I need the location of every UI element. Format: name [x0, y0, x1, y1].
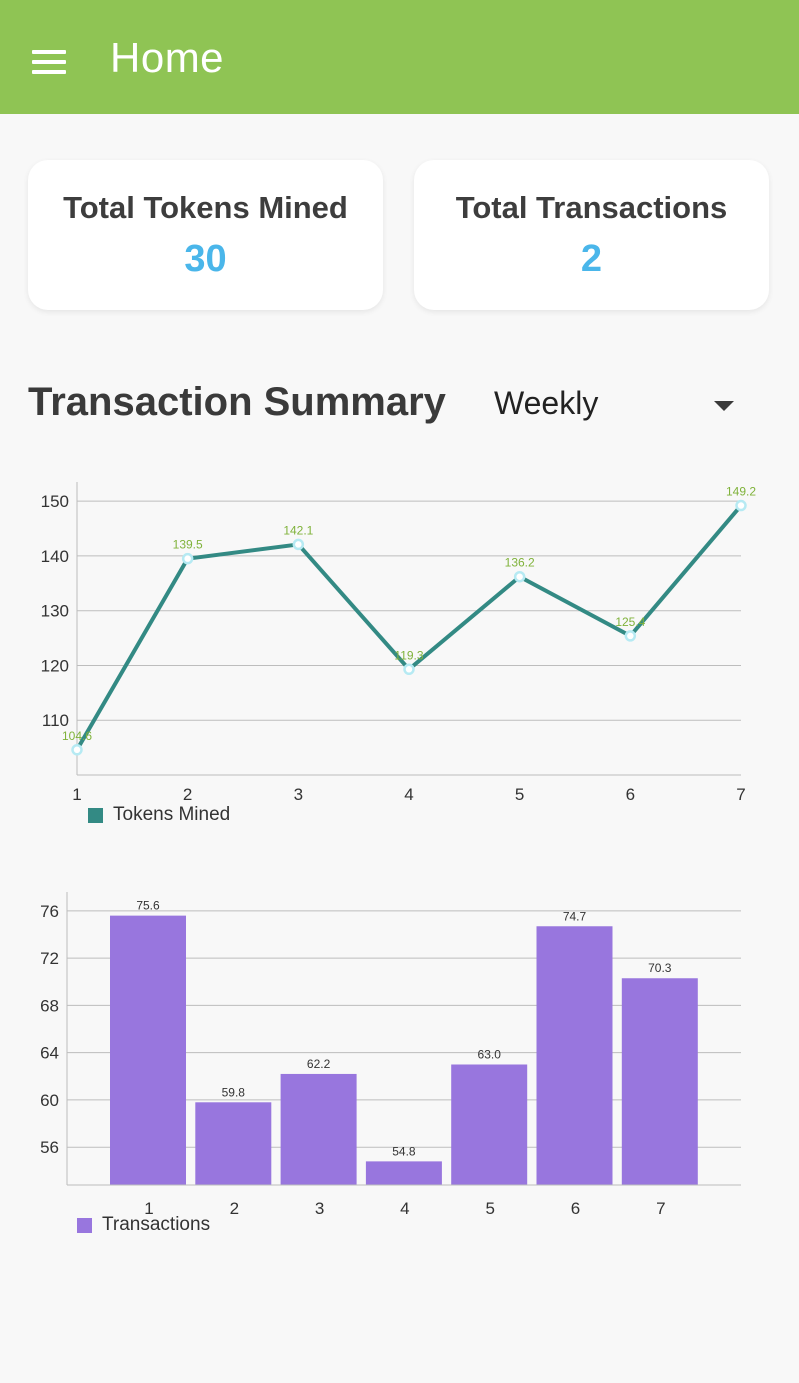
- app-bar: Home: [0, 0, 799, 114]
- bar: [110, 915, 186, 1185]
- x-tick-label: 6: [571, 1199, 580, 1215]
- transactions-value: 2: [580, 238, 603, 280]
- page-title: Home: [110, 34, 225, 81]
- y-tick-label: 64: [40, 1044, 59, 1063]
- data-label: 142.1: [283, 523, 313, 537]
- hamburger-icon: [32, 50, 66, 54]
- y-tick-label: 130: [41, 602, 69, 621]
- bar: [536, 926, 613, 1185]
- data-label: 75.6: [136, 899, 160, 913]
- legend-label: Tokens Mined: [113, 804, 231, 825]
- data-label: 62.2: [307, 1057, 331, 1071]
- section-title: Transaction Summary: [28, 380, 446, 424]
- x-tick-label: 4: [400, 1199, 409, 1215]
- legend-label: Transactions: [102, 1214, 211, 1235]
- bar: [280, 1073, 357, 1185]
- bar-chart-legend: Transactions: [77, 1214, 210, 1236]
- data-label: 125.4: [615, 615, 645, 629]
- data-label: 54.8: [392, 1144, 416, 1158]
- data-label: 119.3: [394, 648, 423, 662]
- bar: [451, 1064, 528, 1185]
- bar: [195, 1102, 272, 1185]
- x-tick-label: 2: [230, 1199, 239, 1215]
- data-label: 74.7: [563, 909, 587, 923]
- x-tick-label: 7: [656, 1199, 665, 1215]
- x-tick-label: 3: [315, 1199, 324, 1215]
- transactions-card[interactable]: Total Transactions 2: [414, 160, 769, 310]
- y-tick-label: 120: [41, 656, 69, 675]
- y-tick-label: 150: [41, 492, 69, 511]
- card-label: Total Transactions: [455, 190, 728, 225]
- x-tick-label: 5: [515, 785, 524, 804]
- data-point: [403, 663, 415, 676]
- y-tick-label: 76: [40, 902, 59, 921]
- menu-button[interactable]: [30, 50, 70, 78]
- x-tick-label: 6: [626, 785, 635, 804]
- x-tick-label: 7: [736, 785, 745, 804]
- data-point: [181, 552, 194, 565]
- data-point: [513, 570, 526, 583]
- data-label: 63.0: [478, 1047, 502, 1061]
- hamburger-icon-bar: [32, 70, 66, 74]
- y-tick-label: 110: [42, 711, 69, 730]
- data-label: 70.3: [648, 961, 672, 975]
- y-tick-label: 68: [40, 996, 59, 1015]
- card-label: Total Tokens Mined: [63, 190, 348, 225]
- tokens-mined-value: 30: [184, 238, 227, 280]
- bar: [621, 978, 698, 1185]
- x-tick-label: 3: [294, 785, 303, 804]
- y-tick-label: 72: [40, 949, 59, 968]
- legend-swatch: [88, 807, 103, 823]
- x-tick-label: 4: [404, 785, 413, 804]
- legend-swatch: [77, 1217, 92, 1233]
- hamburger-icon-bar: [32, 60, 66, 64]
- data-label: 59.8: [222, 1085, 246, 1099]
- data-point: [624, 630, 637, 642]
- x-tick-label: 1: [72, 785, 81, 804]
- line-chart-legend: Tokens Mined: [88, 804, 230, 826]
- y-tick-label: 56: [40, 1138, 59, 1157]
- bar: [365, 1161, 442, 1185]
- data-label: 139.5: [173, 538, 203, 552]
- data-label: 136.2: [505, 556, 535, 570]
- data-label: 149.2: [726, 485, 756, 499]
- tokens-mined-card[interactable]: Total Tokens Mined 30: [28, 160, 383, 310]
- period-selected-value: Weekly: [494, 385, 599, 421]
- period-dropdown[interactable]: Weekly: [494, 385, 744, 429]
- tokens-mined-line-chart: 110 120 130 140 150 1 2 3 4 5 6 7 104.6 139.5 142.1 119…: [41, 482, 756, 804]
- y-tick-label: 140: [41, 547, 69, 566]
- caret-down-icon: [714, 401, 734, 411]
- x-tick-label: 5: [485, 1199, 494, 1215]
- transactions-bar-chart: 566064687276 75.6159.8262.2354.8463.0574.…: [40, 892, 741, 1215]
- data-point: [292, 538, 305, 551]
- x-tick-label: 2: [183, 785, 192, 804]
- data-point: [71, 744, 83, 756]
- data-point: [735, 499, 747, 512]
- data-label: 104.6: [62, 729, 92, 743]
- y-tick-label: 60: [40, 1091, 59, 1110]
- x-tick-label: 1: [144, 1199, 153, 1215]
